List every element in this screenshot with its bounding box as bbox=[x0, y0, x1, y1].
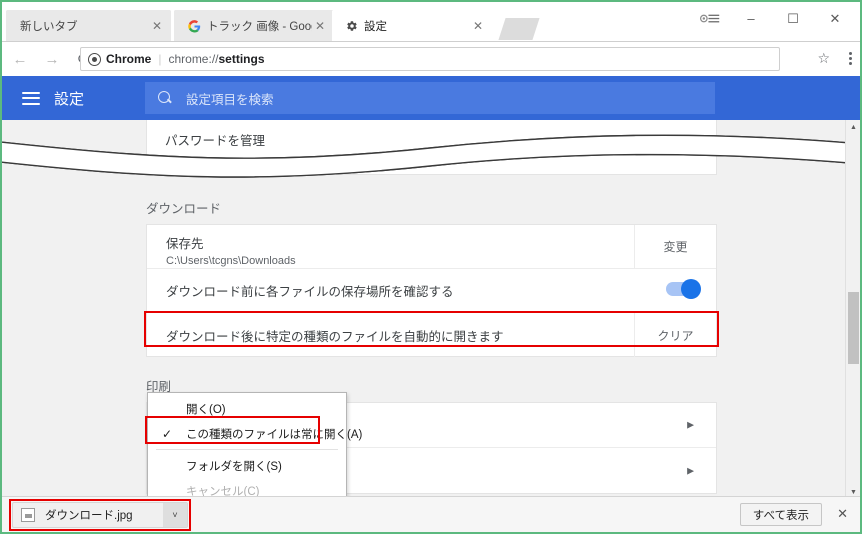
tab-new-tab[interactable]: 新しいタブ ✕ bbox=[6, 10, 171, 42]
menu-icon[interactable] bbox=[22, 88, 40, 108]
omnibox-url: chrome://settings bbox=[168, 52, 264, 66]
context-menu-divider bbox=[156, 449, 338, 450]
payment-methods-label[interactable]: 支払い方法 bbox=[165, 158, 228, 177]
download-location-row[interactable]: 保存先 C:\Users\tcgns\Downloads 変更 bbox=[147, 225, 716, 269]
context-menu-item-label: フォルダを開く(S) bbox=[186, 460, 282, 473]
forward-icon[interactable]: → bbox=[38, 45, 66, 73]
ask-where-to-save-toggle[interactable] bbox=[666, 279, 701, 299]
minimize-button[interactable]: – bbox=[730, 5, 772, 31]
download-location-path: C:\Users\tcgns\Downloads bbox=[166, 255, 296, 267]
tab-label: 新しいタブ bbox=[20, 21, 78, 33]
auto-open-files-row[interactable]: ダウンロード後に特定の種類のファイルを自動的に開きます クリア bbox=[147, 313, 716, 357]
three-dot-menu-icon[interactable] bbox=[849, 48, 852, 68]
ask-where-to-save-row[interactable]: ダウンロード前に各ファイルの保存場所を確認する bbox=[147, 269, 716, 313]
browser-toolbar: ← → ⟳ Chrome | chrome://settings ☆ bbox=[2, 42, 860, 76]
download-item-button[interactable]: ダウンロード.jpg ˅ bbox=[12, 502, 188, 528]
tab-settings[interactable]: 設定 ✕ bbox=[332, 10, 492, 42]
close-button[interactable]: ✕ bbox=[814, 5, 856, 31]
omnibox-url-host: settings bbox=[218, 52, 265, 66]
account-list-icon[interactable] bbox=[690, 5, 730, 31]
settings-search-box[interactable]: 設定項目を検索 bbox=[145, 82, 715, 114]
settings-header: 設定 設定項目を検索 bbox=[2, 76, 860, 120]
tab-close-icon[interactable]: ✕ bbox=[470, 18, 486, 34]
google-g-icon bbox=[188, 19, 201, 33]
bookmark-star-icon[interactable]: ☆ bbox=[817, 50, 830, 67]
clear-auto-open-button[interactable]: クリア bbox=[634, 313, 716, 357]
vertical-scrollbar[interactable]: ▲ ▼ bbox=[845, 120, 860, 500]
address-bar[interactable]: Chrome | chrome://settings bbox=[80, 47, 780, 71]
context-menu-item-open-folder[interactable]: フォルダを開く(S) bbox=[148, 453, 346, 478]
tab-label: トラック 画像 - Google 検 bbox=[207, 21, 312, 33]
image-file-icon bbox=[21, 508, 35, 522]
chevron-right-icon: ▶ bbox=[689, 134, 696, 144]
close-shelf-icon[interactable]: ✕ bbox=[837, 507, 848, 520]
section-header-downloads: ダウンロード bbox=[146, 202, 222, 216]
new-tab-button[interactable] bbox=[498, 18, 540, 40]
page-title: 設定 bbox=[54, 90, 85, 108]
change-location-button[interactable]: 変更 bbox=[634, 225, 716, 268]
omnibox-separator: | bbox=[158, 52, 162, 66]
browser-window: 新しいタブ ✕ トラック 画像 - Google 検 ✕ 設定 bbox=[0, 0, 862, 534]
show-all-downloads-button[interactable]: すべて表示 bbox=[739, 503, 822, 526]
tab-google-image-search[interactable]: トラック 画像 - Google 検 ✕ bbox=[174, 10, 334, 42]
tab-label: 設定 bbox=[364, 21, 387, 33]
download-file-name: ダウンロード.jpg bbox=[45, 510, 133, 522]
tab-close-icon[interactable]: ✕ bbox=[149, 18, 165, 34]
back-icon[interactable]: ← bbox=[6, 45, 34, 73]
auto-open-files-label: ダウンロード後に特定の種類のファイルを自動的に開きます bbox=[166, 329, 504, 344]
context-menu-item-open[interactable]: 開く(O) bbox=[148, 396, 346, 421]
download-shelf: ダウンロード.jpg ˅ すべて表示 ✕ bbox=[2, 496, 860, 532]
search-icon bbox=[158, 91, 172, 105]
downloads-settings-card: 保存先 C:\Users\tcgns\Downloads 変更 ダウンロード前に… bbox=[146, 224, 717, 357]
tab-close-icon[interactable]: ✕ bbox=[312, 18, 328, 34]
chevron-right-icon: ▶ bbox=[687, 465, 694, 475]
chrome-icon bbox=[88, 52, 101, 66]
passwords-card: パスワードを管理 支払い方法 ▶ bbox=[146, 120, 717, 177]
chevron-down-icon[interactable]: ˅ bbox=[163, 503, 187, 527]
ask-where-to-save-label: ダウンロード前に各ファイルの保存場所を確認する bbox=[166, 285, 454, 299]
scroll-up-arrow-icon[interactable]: ▲ bbox=[846, 120, 860, 135]
scrollbar-thumb[interactable] bbox=[848, 292, 859, 364]
gear-icon bbox=[346, 20, 358, 32]
context-menu-item-always-open[interactable]: ✓ この種類のファイルは常に開く(A) bbox=[148, 421, 362, 446]
chevron-right-icon: ▶ bbox=[687, 419, 694, 430]
omnibox-scheme-label: Chrome bbox=[106, 52, 152, 66]
context-menu-item-label: 開く(O) bbox=[186, 403, 226, 416]
download-context-menu: 開く(O) ✓ この種類のファイルは常に開く(A) フォルダを開く(S) キャン… bbox=[147, 392, 362, 504]
omnibox-url-prefix: chrome:// bbox=[168, 52, 219, 66]
search-input-placeholder: 設定項目を検索 bbox=[186, 92, 274, 107]
context-menu-item-label: この種類のファイルは常に開く(A) bbox=[186, 428, 363, 441]
settings-content: パスワードを管理 支払い方法 ▶ ダウンロード 保存先 C:\Users\tcg… bbox=[2, 120, 860, 500]
manage-passwords-label[interactable]: パスワードを管理 bbox=[165, 130, 265, 149]
download-location-label: 保存先 bbox=[166, 237, 204, 251]
check-icon: ✓ bbox=[162, 426, 173, 441]
maximize-button[interactable]: ☐ bbox=[772, 5, 814, 31]
window-controls: – ☐ ✕ bbox=[690, 4, 856, 32]
